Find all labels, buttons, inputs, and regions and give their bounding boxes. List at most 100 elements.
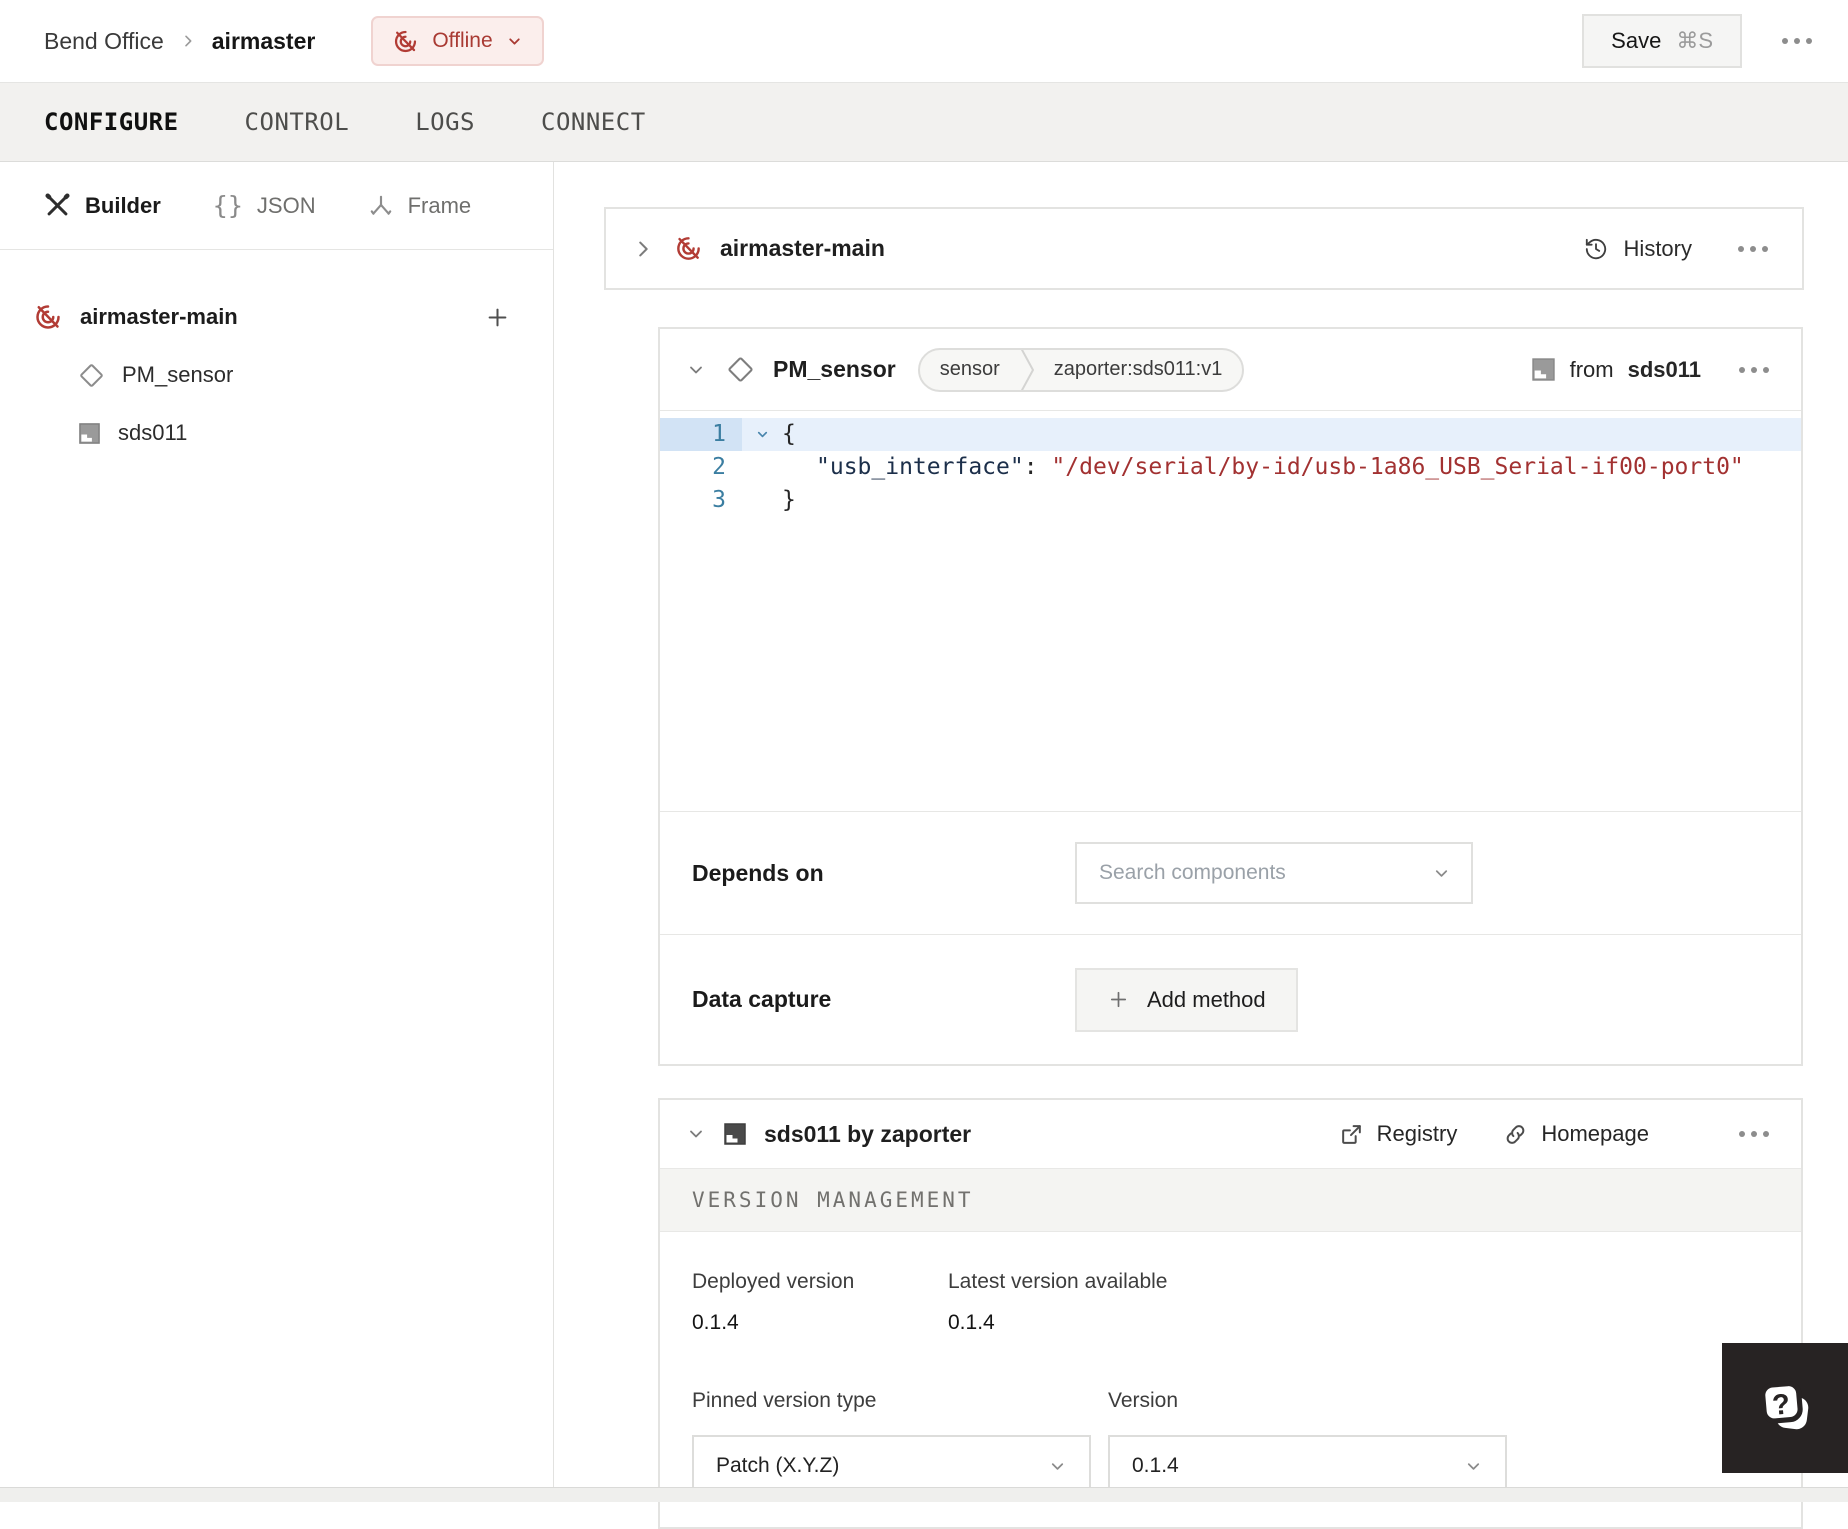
add-component-button[interactable] xyxy=(484,304,511,331)
tree-item-sds011[interactable]: sds011 xyxy=(0,404,553,462)
machine-part-card: airmaster-main History xyxy=(604,207,1804,290)
component-title: PM_sensor xyxy=(773,356,896,382)
from-label: from xyxy=(1569,356,1614,382)
component-type-tag: sensor zaporter:sds011:v1 xyxy=(917,347,1245,392)
frame-axes-icon xyxy=(370,195,391,215)
machine-status-dropdown[interactable]: Offline xyxy=(371,16,544,66)
homepage-label: Homepage xyxy=(1541,1121,1649,1146)
breadcrumb-location[interactable]: Bend Office xyxy=(44,28,164,55)
component-diamond-icon xyxy=(728,357,753,382)
data-capture-label: Data capture xyxy=(692,986,832,1012)
breadcrumb-machine-name: airmaster xyxy=(211,27,316,54)
registry-label: Registry xyxy=(1376,1121,1458,1146)
line-number: 2 xyxy=(712,454,726,480)
view-json[interactable]: {} JSON xyxy=(213,191,316,220)
wifi-off-icon xyxy=(395,30,417,52)
registry-link[interactable]: Registry xyxy=(1339,1121,1458,1147)
tree-item-machine[interactable]: airmaster-main xyxy=(0,288,553,346)
attributes-json-editor[interactable]: 1 { 2 "usb_interface": "/dev/serial/by-i… xyxy=(660,411,1801,811)
search-components-input[interactable] xyxy=(1097,860,1432,886)
plus-icon xyxy=(1110,991,1127,1008)
pinned-version-type-label: Pinned version type xyxy=(692,1389,877,1412)
save-button[interactable]: Save ⌘S xyxy=(1582,14,1742,68)
sds011-module-card: sds011 by zaporter Registry Homepage VER… xyxy=(658,1098,1803,1529)
depends-on-select[interactable] xyxy=(1075,842,1473,904)
tree-pm-sensor-label: PM_sensor xyxy=(122,362,234,387)
component-diamond-icon xyxy=(80,363,103,387)
component-tree: airmaster-main PM_sensor sds011 xyxy=(0,250,553,462)
wifi-off-icon xyxy=(677,237,700,260)
pm-sensor-card-header: PM_sensor sensor zaporter:sds011:v1 from… xyxy=(660,329,1801,411)
topbar-overflow-menu[interactable] xyxy=(1782,38,1812,44)
tree-machine-label: airmaster-main xyxy=(80,304,238,329)
module-card-header: sds011 by zaporter Registry Homepage xyxy=(660,1100,1801,1168)
tag-model: zaporter:sds011:v1 xyxy=(1053,358,1223,380)
version-value: 0.1.4 xyxy=(1132,1454,1179,1477)
data-capture-row: Data capture Add method xyxy=(660,934,1801,1064)
depends-on-row: Depends on xyxy=(660,811,1801,934)
view-json-label: JSON xyxy=(256,192,316,218)
tree-item-pm-sensor[interactable]: PM_sensor xyxy=(0,346,553,404)
fold-chevron-icon xyxy=(757,431,767,438)
main-tab-bar: CONFIGURE CONTROL LOGS CONNECT xyxy=(0,82,1848,162)
chevron-right-icon[interactable] xyxy=(632,238,654,260)
tab-configure[interactable]: CONFIGURE xyxy=(44,108,179,136)
view-builder-label: Builder xyxy=(85,192,161,218)
tab-control[interactable]: CONTROL xyxy=(245,108,350,136)
code-line-1: 1 { xyxy=(660,418,1801,451)
view-builder[interactable]: Builder xyxy=(44,192,161,219)
from-module-name: sds011 xyxy=(1627,356,1701,382)
code-text: } xyxy=(782,487,796,513)
view-toggle: Builder {} JSON Frame xyxy=(0,162,553,250)
tag-divider xyxy=(1020,349,1034,390)
view-frame-label: Frame xyxy=(407,192,472,218)
config-sidebar: Builder {} JSON Frame airmaster-main PM_… xyxy=(0,162,554,1502)
latest-version-label: Latest version available xyxy=(948,1270,1168,1293)
tab-logs[interactable]: LOGS xyxy=(415,108,475,136)
module-card-menu[interactable] xyxy=(1739,1131,1769,1137)
tag-type: sensor xyxy=(939,358,1000,380)
component-card-menu[interactable] xyxy=(1739,366,1769,373)
version-label: Version xyxy=(1108,1389,1179,1412)
module-title: sds011 by zaporter xyxy=(764,1120,972,1147)
latest-version-value: 0.1.4 xyxy=(948,1311,995,1334)
line-number: 3 xyxy=(712,487,726,513)
homepage-link[interactable]: Homepage xyxy=(1503,1121,1649,1147)
plus-icon xyxy=(488,308,507,326)
module-icon xyxy=(1531,358,1555,381)
version-management-header: VERSION MANAGEMENT xyxy=(660,1168,1801,1232)
from-module-indicator: from sds011 xyxy=(1531,357,1701,383)
save-label: Save xyxy=(1611,28,1662,53)
pinned-version-type-value: Patch (X.Y.Z) xyxy=(716,1454,840,1477)
view-frame[interactable]: Frame xyxy=(368,192,472,219)
breadcrumb-chevron-icon xyxy=(180,33,196,49)
machine-card-menu[interactable] xyxy=(1738,245,1768,252)
tree-sds011-label: sds011 xyxy=(118,420,188,445)
page-bottom-strip xyxy=(0,1487,1848,1502)
line-number: 1 xyxy=(660,418,742,451)
deployed-version-label: Deployed version xyxy=(692,1270,855,1293)
chevron-down-icon[interactable] xyxy=(686,1124,706,1144)
configure-panel: airmaster-main History PM_sensor sensor … xyxy=(554,162,1848,1529)
json-key: "usb_interface" xyxy=(816,454,1024,480)
history-clock-icon xyxy=(1585,238,1606,259)
chevron-down-icon[interactable] xyxy=(686,360,706,380)
add-method-label: Add method xyxy=(1147,986,1266,1012)
chevron-down-icon xyxy=(509,37,520,45)
code-text: "usb_interface": "/dev/serial/by-id/usb-… xyxy=(816,454,1744,480)
tools-icon xyxy=(45,193,70,216)
module-icon xyxy=(724,1123,746,1145)
history-button[interactable]: History xyxy=(1583,236,1692,262)
module-icon xyxy=(79,422,100,444)
version-management-content: Deployed version 0.1.4 Latest version av… xyxy=(660,1232,1801,1527)
tab-connect[interactable]: CONNECT xyxy=(541,108,646,136)
json-string-value: "/dev/serial/by-id/usb-1a86_USB_Serial-i… xyxy=(1051,454,1744,480)
history-label: History xyxy=(1623,235,1692,261)
status-label: Offline xyxy=(432,29,493,52)
add-method-button[interactable]: Add method xyxy=(1075,967,1298,1032)
help-button[interactable]: ? xyxy=(1722,1343,1848,1473)
pm-sensor-card: PM_sensor sensor zaporter:sds011:v1 from… xyxy=(658,327,1803,1066)
top-bar: Bend Office airmaster Offline Save ⌘S xyxy=(0,0,1848,82)
code-line-3: 3 } xyxy=(660,484,1801,517)
fold-toggle[interactable] xyxy=(742,418,782,451)
